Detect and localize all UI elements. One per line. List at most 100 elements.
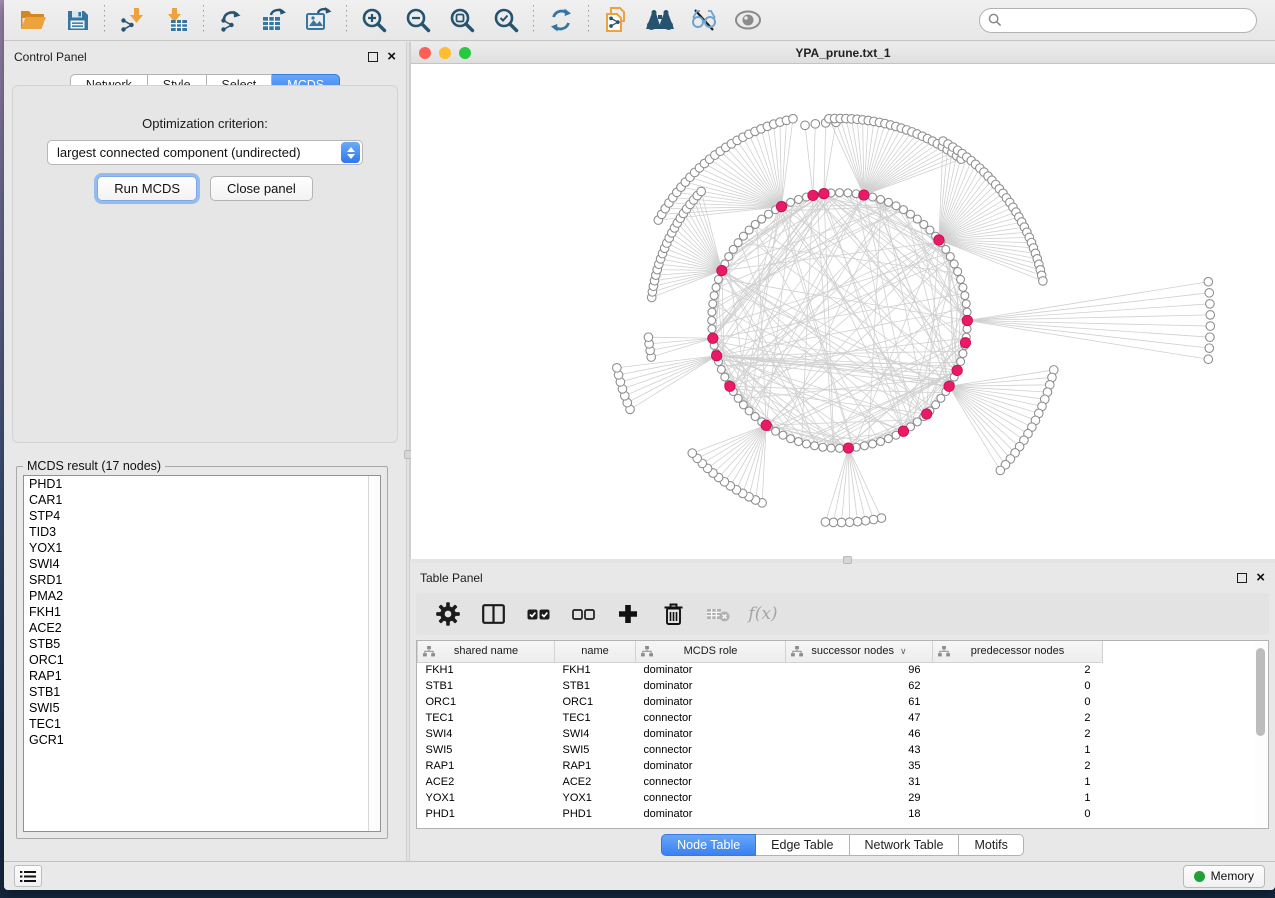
window-close-button[interactable]: [419, 47, 431, 59]
tab-node-table[interactable]: Node Table: [661, 834, 756, 856]
mcds-result-item[interactable]: GCR1: [24, 732, 380, 748]
scrollbar-thumb[interactable]: [1256, 648, 1265, 736]
search-input[interactable]: [979, 8, 1257, 33]
task-history-button[interactable]: [14, 865, 42, 887]
column-header-successor-nodes[interactable]: successor nodes∨: [786, 641, 933, 662]
table-toolbar: f(x): [416, 593, 1269, 635]
toolbar-separator: [588, 5, 589, 35]
zoom-out-icon[interactable]: [399, 4, 437, 36]
table-row[interactable]: RAP1RAP1dominator352: [418, 758, 1103, 774]
mcds-result-item[interactable]: ACE2: [24, 620, 380, 636]
clone-network-icon[interactable]: [597, 4, 635, 36]
tab-edge-table[interactable]: Edge Table: [756, 834, 849, 856]
optimization-criterion-select[interactable]: largest connected component (undirected): [47, 140, 363, 165]
mcds-result-item[interactable]: PMA2: [24, 588, 380, 604]
toolbar-group: [542, 4, 580, 36]
network-titlebar: YPA_prune.txt_1: [411, 42, 1275, 64]
cell: 47: [786, 710, 933, 726]
open-folder-icon[interactable]: [14, 4, 52, 36]
column-header-predecessor-nodes[interactable]: predecessor nodes: [933, 641, 1103, 662]
right-column: YPA_prune.txt_1 Table Panel × f(x) sh: [410, 42, 1275, 861]
save-icon[interactable]: [58, 4, 96, 36]
mcds-result-item[interactable]: YOX1: [24, 540, 380, 556]
close-panel-button[interactable]: Close panel: [210, 176, 313, 201]
import-table-icon[interactable]: [157, 4, 195, 36]
table-row[interactable]: FKH1FKH1dominator962: [418, 662, 1103, 678]
toolbar-group: [597, 4, 767, 36]
delete-row-icon[interactable]: [661, 602, 685, 626]
tab-motifs[interactable]: Motifs: [959, 834, 1023, 856]
mcds-result-item[interactable]: STB5: [24, 636, 380, 652]
binoculars-icon[interactable]: [641, 4, 679, 36]
mcds-result-item[interactable]: STB1: [24, 684, 380, 700]
zoom-selected-icon[interactable]: [487, 4, 525, 36]
float-panel-icon[interactable]: [368, 52, 378, 62]
criterion-selected-value: largest connected component (undirected): [48, 145, 341, 160]
table-row[interactable]: ACE2ACE2connector311: [418, 774, 1103, 790]
mcds-result-item[interactable]: STP4: [24, 508, 380, 524]
column-header-name[interactable]: name: [555, 641, 636, 662]
select-all-icon[interactable]: [526, 602, 550, 626]
splitter-handle[interactable]: [843, 556, 852, 564]
mcds-result-item[interactable]: ORC1: [24, 652, 380, 668]
float-panel-icon[interactable]: [1237, 573, 1247, 583]
toolbar-group: [14, 4, 96, 36]
table-row[interactable]: STB1STB1dominator620: [418, 678, 1103, 694]
close-panel-icon[interactable]: ×: [387, 52, 396, 62]
export-image-icon[interactable]: [300, 4, 338, 36]
zoom-fit-icon[interactable]: [443, 4, 481, 36]
table-panel: Table Panel × f(x) shared namenameMCDS r…: [410, 563, 1275, 861]
import-network-icon[interactable]: [113, 4, 151, 36]
cell: dominator: [636, 758, 786, 774]
result-list-scrollbar[interactable]: [368, 476, 380, 831]
mcds-result-item[interactable]: FKH1: [24, 604, 380, 620]
main-area: Control Panel × NetworkStyleSelectMCDS O…: [4, 42, 1275, 861]
cell: YOX1: [555, 790, 636, 806]
run-mcds-button[interactable]: Run MCDS: [97, 176, 197, 201]
toolbar-separator: [203, 5, 204, 35]
refresh-icon[interactable]: [542, 4, 580, 36]
mcds-result-item[interactable]: CAR1: [24, 492, 380, 508]
close-panel-icon[interactable]: ×: [1256, 573, 1265, 583]
network-canvas[interactable]: [411, 64, 1275, 559]
vertical-splitter[interactable]: [406, 42, 410, 861]
cell: FKH1: [555, 662, 636, 678]
cell: connector: [636, 710, 786, 726]
table-row[interactable]: ORC1ORC1dominator610: [418, 694, 1103, 710]
column-header-shared-name[interactable]: shared name: [418, 641, 555, 662]
mcds-result-item[interactable]: SWI4: [24, 556, 380, 572]
table-row[interactable]: YOX1YOX1connector291: [418, 790, 1103, 806]
memory-status-icon: [1194, 871, 1205, 882]
mcds-result-item[interactable]: SWI5: [24, 700, 380, 716]
horizontal-splitter[interactable]: [410, 559, 1275, 563]
network-graph[interactable]: [411, 64, 1275, 559]
table-scrollbar[interactable]: [1254, 642, 1267, 827]
mcds-result-list[interactable]: PHD1CAR1STP4TID3YOX1SWI4SRD1PMA2FKH1ACE2…: [23, 475, 381, 832]
cell: ACE2: [418, 774, 555, 790]
window-zoom-button[interactable]: [459, 47, 471, 59]
mcds-result-item[interactable]: PHD1: [24, 476, 380, 492]
column-header-MCDS-role[interactable]: MCDS role: [636, 641, 786, 662]
hide-glasses-icon[interactable]: [685, 4, 723, 36]
add-row-icon[interactable]: [616, 602, 640, 626]
show-eye-icon[interactable]: [729, 4, 767, 36]
export-table-icon[interactable]: [256, 4, 294, 36]
mcds-result-item[interactable]: TEC1: [24, 716, 380, 732]
toolbar-group: [113, 4, 195, 36]
window-minimize-button[interactable]: [439, 47, 451, 59]
table-row[interactable]: SWI5SWI5connector431: [418, 742, 1103, 758]
tab-network-table[interactable]: Network Table: [850, 834, 960, 856]
mcds-result-item[interactable]: TID3: [24, 524, 380, 540]
mcds-result-item[interactable]: SRD1: [24, 572, 380, 588]
deselect-all-icon[interactable]: [571, 602, 595, 626]
memory-button[interactable]: Memory: [1183, 865, 1265, 888]
table-row[interactable]: PHD1PHD1dominator180: [418, 806, 1103, 822]
mcds-result-item[interactable]: RAP1: [24, 668, 380, 684]
export-network-icon[interactable]: [212, 4, 250, 36]
table-row[interactable]: SWI4SWI4dominator462: [418, 726, 1103, 742]
settings-gear-icon[interactable]: [436, 602, 460, 626]
cell: SWI5: [418, 742, 555, 758]
table-row[interactable]: TEC1TEC1connector472: [418, 710, 1103, 726]
split-columns-icon[interactable]: [481, 602, 505, 626]
zoom-in-icon[interactable]: [355, 4, 393, 36]
